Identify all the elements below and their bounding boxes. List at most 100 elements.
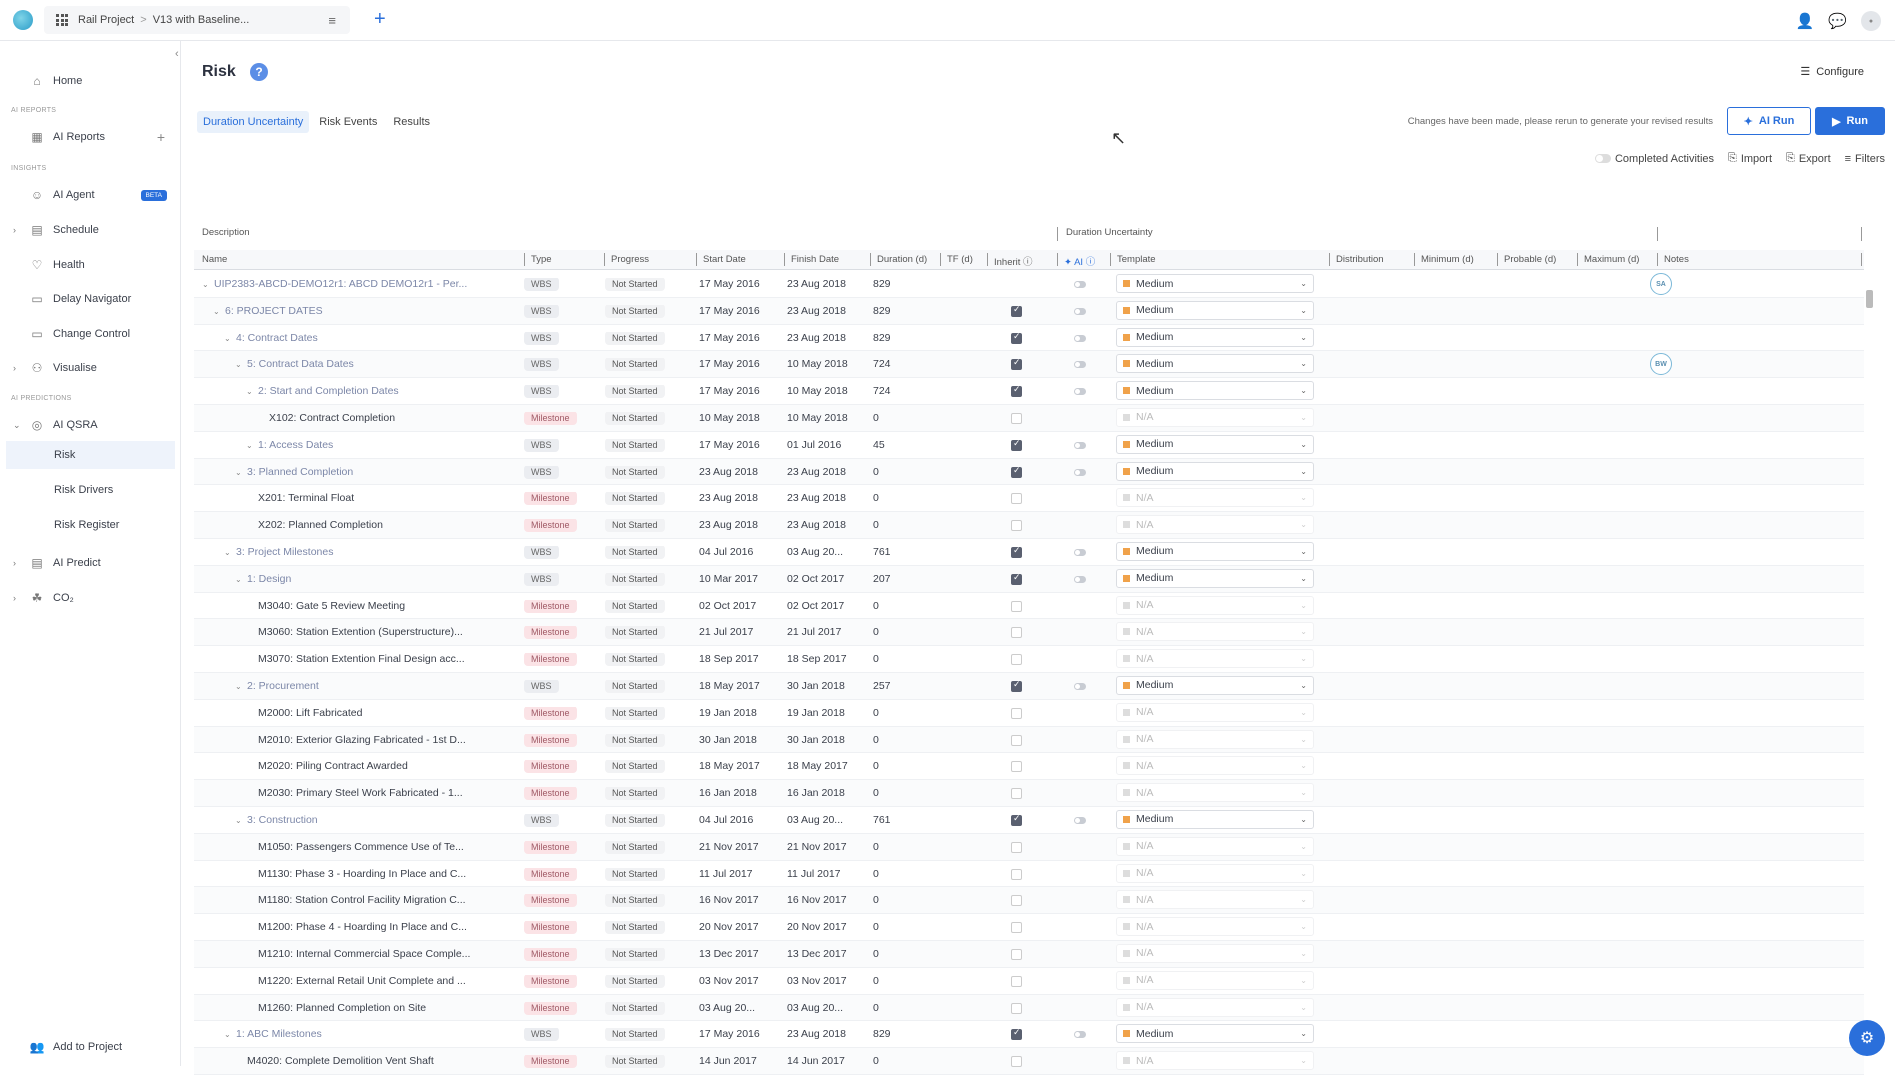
ai-toggle[interactable] xyxy=(1074,548,1086,556)
col-type[interactable]: Type xyxy=(524,253,552,266)
add-report-icon[interactable]: + xyxy=(157,129,165,145)
table-row[interactable]: X102: Contract Completion Milestone Not St… xyxy=(194,404,1864,432)
table-row[interactable]: M1210: Internal Commercial Space Comple.… xyxy=(194,940,1864,968)
sidebar-item-schedule[interactable]: › ▤ Schedule xyxy=(0,216,181,244)
sidebar-item-delay-navigator[interactable]: ▭ Delay Navigator xyxy=(0,285,181,313)
table-row[interactable]: ⌄ 3: Construction WBS Not Started 04 Jul 201… xyxy=(194,807,1864,834)
inherit-checkbox[interactable] xyxy=(1011,1056,1022,1068)
note-avatar[interactable]: SA xyxy=(1650,273,1672,295)
template-select[interactable]: Medium ⌄ xyxy=(1116,675,1314,695)
table-row[interactable]: ⌄ 3: Project Milestones WBS Not Started 04 J… xyxy=(194,539,1864,566)
user-avatar[interactable]: ● xyxy=(1861,11,1881,31)
col-template[interactable]: Template xyxy=(1110,253,1156,266)
table-row[interactable]: M2030: Primary Steel Work Fabricated - 1… xyxy=(194,780,1864,807)
table-row[interactable]: M2000: Lift Fabricated Milestone Not Start… xyxy=(194,700,1864,727)
sidebar-item-add-to-project[interactable]: 👥 Add to Project xyxy=(0,1033,181,1061)
collapse-sidebar-icon[interactable]: ‹ xyxy=(175,48,179,60)
chevron-right-icon[interactable]: › xyxy=(13,558,16,568)
table-row[interactable]: M3060: Station Extention (Superstructure… xyxy=(194,619,1864,647)
template-select[interactable]: Medium ⌄ xyxy=(1116,300,1314,320)
inherit-checkbox[interactable] xyxy=(1011,1002,1022,1014)
col-progress[interactable]: Progress xyxy=(604,253,649,266)
table-row[interactable]: M1130: Phase 3 - Hoarding In Place and C… xyxy=(194,861,1864,888)
table-row[interactable]: ⌄ 2: Start and Completion Dates WBS Not Sta… xyxy=(194,378,1864,405)
app-logo[interactable] xyxy=(13,10,33,30)
inherit-checkbox[interactable] xyxy=(1011,573,1022,585)
inherit-checkbox[interactable] xyxy=(1011,814,1022,826)
chevron-right-icon[interactable]: › xyxy=(13,225,16,235)
inherit-checkbox[interactable] xyxy=(1011,546,1022,558)
col-distribution[interactable]: Distribution xyxy=(1329,253,1384,266)
sidebar-item-risk[interactable]: Risk xyxy=(6,441,175,469)
table-row[interactable]: M1260: Planned Completion on Site Milesto… xyxy=(194,994,1864,1022)
inherit-checkbox[interactable] xyxy=(1011,332,1022,344)
inherit-checkbox[interactable] xyxy=(1011,600,1022,612)
template-select[interactable]: Medium ⌄ xyxy=(1116,568,1314,588)
ai-toggle[interactable] xyxy=(1074,468,1086,476)
tab-risk-events[interactable]: Risk Events xyxy=(313,111,383,133)
note-avatar[interactable]: BW xyxy=(1650,353,1672,376)
scroll-thumb[interactable] xyxy=(1866,290,1873,308)
tab-duration-uncertainty[interactable]: Duration Uncertainty xyxy=(197,111,310,133)
chevron-down-icon[interactable]: ⌄ xyxy=(224,548,236,557)
template-select[interactable]: Medium ⌄ xyxy=(1116,327,1314,347)
filter-menu-icon[interactable]: ≡ xyxy=(328,13,336,28)
template-select[interactable]: Medium ⌄ xyxy=(1116,274,1314,293)
sidebar-item-home[interactable]: ⌂ Home xyxy=(0,67,181,95)
inherit-checkbox[interactable] xyxy=(1011,922,1022,934)
col-inherit[interactable]: Inherit ⓘ xyxy=(987,253,1033,268)
col-name[interactable]: Name xyxy=(196,254,227,265)
vertical-scrollbar[interactable] xyxy=(1865,271,1873,1091)
table-row[interactable]: M3040: Gate 5 Review Meeting Milestone Not… xyxy=(194,593,1864,620)
user-settings-icon[interactable]: 👤 xyxy=(1796,12,1815,30)
configure-button[interactable]: ☰ Configure xyxy=(1800,65,1870,78)
table-row[interactable]: X202: Planned Completion Milestone Not Sta… xyxy=(194,512,1864,539)
inherit-checkbox[interactable] xyxy=(1011,761,1022,773)
inherit-checkbox[interactable] xyxy=(1011,680,1022,692)
inherit-checkbox[interactable] xyxy=(1011,493,1022,505)
table-row[interactable]: ⌄ UIP2383-ABCD-DEMO12r1: ABCD DEMO12r1 - … xyxy=(194,271,1864,298)
table-row[interactable]: ⌄ 4: Contract Dates WBS Not Started 17 May 2… xyxy=(194,325,1864,352)
chevron-down-icon[interactable]: ⌄ xyxy=(246,387,258,396)
inherit-checkbox[interactable] xyxy=(1011,386,1022,398)
ai-toggle[interactable] xyxy=(1074,388,1086,396)
table-row[interactable]: ⌄ 5: Contract Data Dates WBS Not Started 17 … xyxy=(194,351,1864,379)
chevron-down-icon[interactable]: ⌄ xyxy=(235,360,247,369)
chevron-down-icon[interactable]: ⌄ xyxy=(213,307,225,316)
completed-activities-toggle[interactable]: Completed Activities xyxy=(1594,153,1714,165)
inherit-checkbox[interactable] xyxy=(1011,305,1022,317)
chevron-down-icon[interactable]: ⌄ xyxy=(235,816,247,825)
ai-toggle[interactable] xyxy=(1074,281,1086,288)
toggle-switch[interactable] xyxy=(1594,154,1611,163)
col-duration[interactable]: Duration (d) xyxy=(870,253,927,266)
table-row[interactable]: ⌄ 1: Access Dates WBS Not Started 17 May 201… xyxy=(194,432,1864,459)
sidebar-item-co2[interactable]: › ☘ CO₂ xyxy=(0,584,181,612)
template-select[interactable]: Medium ⌄ xyxy=(1116,809,1314,829)
assistant-fab-button[interactable]: ⚙ xyxy=(1849,1020,1885,1056)
inherit-checkbox[interactable] xyxy=(1011,975,1022,987)
table-row[interactable]: M1200: Phase 4 - Hoarding In Place and C… xyxy=(194,914,1864,941)
ai-toggle[interactable] xyxy=(1074,575,1086,583)
chevron-down-icon[interactable]: ⌄ xyxy=(202,280,214,289)
inherit-checkbox[interactable] xyxy=(1011,707,1022,719)
ai-toggle[interactable] xyxy=(1074,816,1086,824)
chevron-down-icon[interactable]: ⌄ xyxy=(224,334,236,343)
ai-toggle[interactable] xyxy=(1074,441,1086,449)
table-row[interactable]: ⌄ 3: Planned Completion WBS Not Started 23 A… xyxy=(194,458,1864,486)
sidebar-item-ai-predict[interactable]: › ▤ AI Predict xyxy=(0,549,181,577)
sidebar-item-risk-register[interactable]: Risk Register xyxy=(0,511,181,539)
project-tab[interactable]: Rail Project > V13 with Baseline... ≡ xyxy=(44,6,350,34)
sidebar-item-ai-reports[interactable]: ▦ AI Reports + xyxy=(0,123,181,151)
col-probable[interactable]: Probable (d) xyxy=(1497,253,1556,266)
col-minimum[interactable]: Minimum (d) xyxy=(1414,253,1474,266)
inherit-checkbox[interactable] xyxy=(1011,895,1022,907)
col-notes[interactable]: Notes xyxy=(1657,253,1689,266)
template-select[interactable]: Medium ⌄ xyxy=(1116,434,1314,454)
run-button[interactable]: ▶ Run xyxy=(1815,107,1885,135)
chevron-right-icon[interactable]: › xyxy=(13,363,16,373)
ai-toggle[interactable] xyxy=(1074,682,1086,690)
import-button[interactable]: ⎘ Import xyxy=(1728,152,1772,165)
table-row[interactable]: M3070: Station Extention Final Design ac… xyxy=(194,646,1864,673)
inherit-checkbox[interactable] xyxy=(1011,466,1022,478)
inherit-checkbox[interactable] xyxy=(1011,868,1022,880)
